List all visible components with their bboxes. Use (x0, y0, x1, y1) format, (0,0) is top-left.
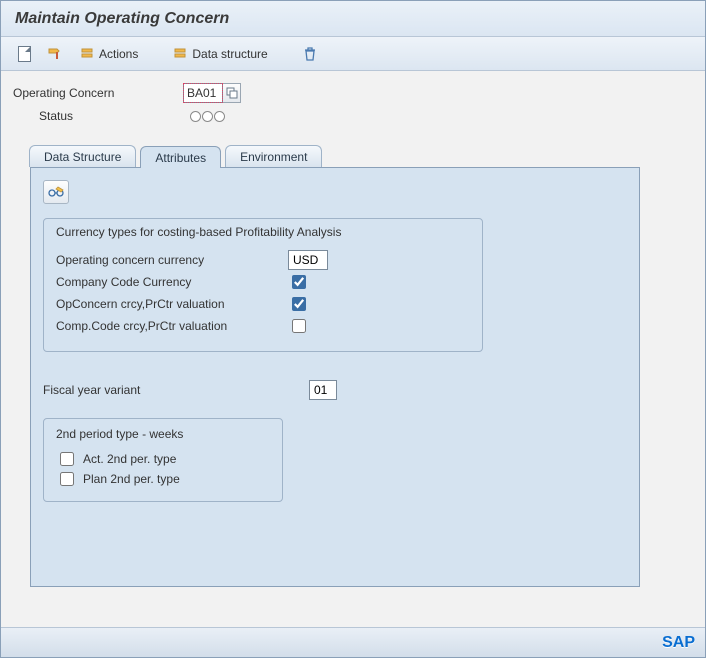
company-code-currency-checkbox[interactable] (292, 275, 306, 289)
glasses-pencil-icon (47, 185, 65, 199)
header-fields: Operating Concern Status (13, 83, 693, 123)
status-dot-icon (202, 111, 213, 122)
trash-icon (302, 46, 318, 62)
fiscal-year-variant-input[interactable] (309, 380, 337, 400)
tool-button[interactable] (42, 42, 68, 66)
tab-data-structure[interactable]: Data Structure (29, 145, 136, 167)
wrench-icon (47, 46, 63, 62)
delete-button[interactable] (297, 42, 323, 66)
tab-attributes[interactable]: Attributes (140, 146, 221, 168)
titlebar: Maintain Operating Concern (1, 1, 705, 37)
sap-logo: SAP (662, 634, 695, 652)
act-2nd-checkbox[interactable] (60, 452, 74, 466)
document-icon (18, 46, 31, 62)
display-change-toggle[interactable] (43, 180, 69, 204)
new-button[interactable] (13, 42, 36, 66)
actions-label: Actions (99, 47, 138, 61)
opconcern-prctr-label: OpConcern crcy,PrCtr valuation (56, 297, 288, 311)
company-code-currency-label: Company Code Currency (56, 275, 288, 289)
operating-concern-input[interactable] (183, 83, 223, 103)
statusbar: SAP (1, 627, 705, 657)
actions-icon (79, 46, 95, 62)
op-concern-currency-label: Operating concern currency (56, 253, 288, 267)
actions-button[interactable]: Actions (74, 42, 143, 66)
tab-environment[interactable]: Environment (225, 145, 322, 167)
compcode-prctr-checkbox[interactable] (292, 319, 306, 333)
page-title: Maintain Operating Concern (15, 10, 229, 28)
fiscal-year-row: Fiscal year variant (43, 380, 627, 400)
status-dot-icon (214, 111, 225, 122)
opconcern-prctr-checkbox[interactable] (292, 297, 306, 311)
plan-2nd-checkbox[interactable] (60, 472, 74, 486)
currency-types-group: Currency types for costing-based Profita… (43, 218, 483, 352)
value-help-button[interactable] (223, 83, 241, 103)
status-indicator (183, 111, 693, 122)
plan-2nd-label: Plan 2nd per. type (83, 472, 180, 486)
data-structure-button[interactable]: Data structure (167, 42, 272, 66)
status-dot-icon (190, 111, 201, 122)
operating-concern-label: Operating Concern (13, 86, 183, 100)
op-concern-currency-input[interactable] (288, 250, 328, 270)
window: Maintain Operating Concern Actions Data … (0, 0, 706, 658)
tabstrip: Data Structure Attributes Environment (29, 145, 693, 167)
content: Operating Concern Status Data Structure … (1, 71, 705, 587)
value-help-icon (226, 87, 238, 99)
data-structure-label: Data structure (192, 47, 267, 61)
second-period-group: 2nd period type - weeks Act. 2nd per. ty… (43, 418, 283, 502)
fiscal-year-variant-label: Fiscal year variant (43, 383, 309, 397)
data-structure-icon (172, 46, 188, 62)
second-period-legend: 2nd period type - weeks (56, 427, 270, 441)
operating-concern-wrap (183, 83, 693, 103)
compcode-prctr-label: Comp.Code crcy,PrCtr valuation (56, 319, 288, 333)
currency-types-legend: Currency types for costing-based Profita… (56, 225, 470, 239)
toolbar: Actions Data structure (1, 37, 705, 71)
status-label: Status (13, 109, 183, 123)
act-2nd-label: Act. 2nd per. type (83, 452, 176, 466)
tab-panel-attributes: Currency types for costing-based Profita… (30, 167, 640, 587)
